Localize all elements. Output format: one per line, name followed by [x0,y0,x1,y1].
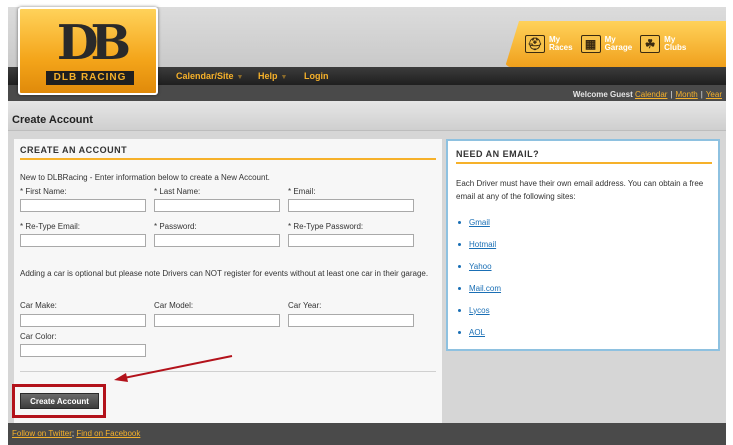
gmail-link[interactable]: Gmail [469,218,490,227]
welcome-text: Welcome Guest [572,90,633,99]
welcome-message: Welcome Guest Calendar | Month | Year [573,90,722,99]
clubs-icon: ☘ [640,35,661,53]
calendar-link[interactable]: Calendar [635,90,667,99]
retype-password-label: * Re-Type Password: [288,222,364,231]
quick-link-my-garage[interactable]: ▦ My Garage [580,35,633,53]
car-model-field[interactable] [154,314,280,327]
email-label: * Email: [288,187,316,196]
nav-label: Login [304,71,329,81]
car-year-label: Car Year: [288,301,322,310]
month-link[interactable]: Month [676,90,698,99]
mail-com-link[interactable]: Mail.com [469,284,501,293]
retype-email-label: * Re-Type Email: [20,222,81,231]
twitter-link[interactable]: Follow on Twitter [12,429,72,438]
list-item: AOL [456,321,501,343]
quick-links: ⛑ My Races ▦ My Garage ☘ My Clubs [505,21,726,67]
need-email-panel: NEED AN EMAIL? Each Driver must have the… [446,139,720,351]
bullet-icon [458,286,461,290]
top-margin [0,0,733,7]
last-name-field[interactable] [154,199,280,212]
heading-rule [456,162,712,164]
create-account-panel: CREATE AN ACCOUNT New to DLBRacing - Ent… [14,139,442,423]
car-color-label: Car Color: [20,332,57,341]
password-label: * Password: [154,222,197,231]
quick-link-line2: Races [549,43,573,52]
nav-help[interactable]: Help ▼ [258,71,287,81]
car-note: Adding a car is optional but please note… [20,269,429,278]
page-title: Create Account [12,114,93,126]
year-link[interactable]: Year [706,90,722,99]
car-color-field[interactable] [20,344,146,357]
email-panel-text: Each Driver must have their own email ad… [456,179,704,201]
car-year-field[interactable] [288,314,414,327]
bullet-icon [458,330,461,334]
car-make-field[interactable] [20,314,146,327]
main-content: Create Account CREATE AN ACCOUNT New to … [8,101,726,423]
nav-calendar-site[interactable]: Calendar/Site ▼ [176,71,243,81]
retype-password-field[interactable] [288,234,414,247]
list-item: Gmail [456,211,501,233]
car-model-label: Car Model: [154,301,194,310]
create-account-highlight: Create Account [12,384,106,418]
intro-text: New to DLBRacing - Enter information bel… [20,173,270,182]
quick-link-line2: Clubs [664,43,687,52]
quick-link-my-races[interactable]: ⛑ My Races [525,35,573,53]
site-footer: Follow on Twitter; Find on Facebook [8,423,726,445]
yahoo-link[interactable]: Yahoo [469,262,492,271]
lycos-link[interactable]: Lycos [469,306,490,315]
password-field[interactable] [154,234,280,247]
bullet-icon [458,308,461,312]
site-logo[interactable]: DB DLB RACING [18,7,158,95]
garage-icon: ▦ [580,35,601,53]
form-divider [20,371,436,372]
separator: | [670,90,673,99]
email-panel-heading: NEED AN EMAIL? [456,149,540,159]
footer-links: Follow on Twitter; Find on Facebook [12,429,140,438]
page-title-bar: Create Account [8,101,726,131]
email-provider-list: Gmail Hotmail Yahoo Mail.com Lycos AOL [456,211,501,343]
email-field[interactable] [288,199,414,212]
site-header: DB DLB RACING Calendar/Site ▼ Help ▼ Login… [8,7,726,101]
list-item: Hotmail [456,233,501,255]
retype-email-field[interactable] [20,234,146,247]
panel-heading: CREATE AN ACCOUNT [20,145,128,155]
first-name-label: * First Name: [20,187,67,196]
bullet-icon [458,264,461,268]
list-item: Lycos [456,299,501,321]
nav-label: Calendar/Site [176,71,234,81]
list-item: Yahoo [456,255,501,277]
create-account-button[interactable]: Create Account [20,393,99,409]
bullet-icon [458,220,461,224]
quick-link-my-clubs[interactable]: ☘ My Clubs [640,35,686,53]
logo-text: DLB RACING [46,71,134,85]
facebook-link[interactable]: Find on Facebook [76,429,140,438]
quick-link-line2: Garage [604,43,633,52]
chevron-down-icon: ▼ [236,74,244,81]
first-name-field[interactable] [20,199,146,212]
chevron-down-icon: ▼ [280,74,288,81]
nav-login[interactable]: Login [304,71,329,81]
helmet-icon: ⛑ [525,35,545,53]
heading-rule [20,158,436,160]
car-make-label: Car Make: [20,301,57,310]
aol-link[interactable]: AOL [469,328,485,337]
separator: | [700,90,703,99]
last-name-label: * Last Name: [154,187,201,196]
hotmail-link[interactable]: Hotmail [469,240,496,249]
nav-label: Help [258,71,278,81]
bullet-icon [458,242,461,246]
logo-mark: DB [56,15,131,71]
list-item: Mail.com [456,277,501,299]
